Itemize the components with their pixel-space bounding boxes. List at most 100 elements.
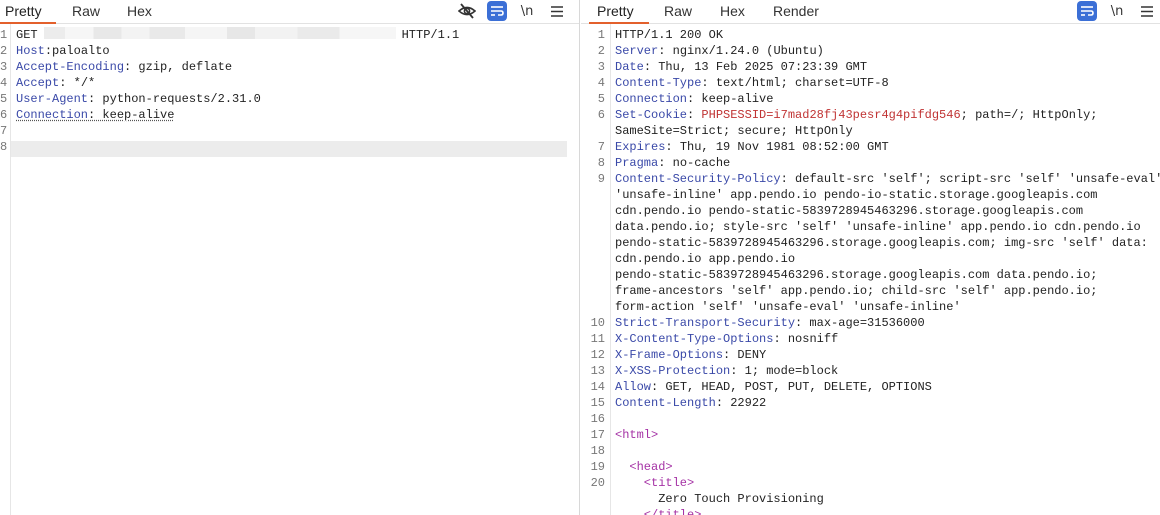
- word-wrap-icon[interactable]: [1077, 1, 1097, 21]
- request-tabbar: Pretty Raw Hex \n: [0, 0, 579, 24]
- code-text: pendo-static-5839728945463296.storage.go…: [615, 268, 1098, 282]
- response-pane: Pretty Raw Hex Render \n 1 HTTP/1.1 200 O…: [581, 0, 1160, 515]
- line-content: Connection: keep-alive: [615, 91, 773, 107]
- request-tab-raw[interactable]: Raw: [72, 3, 100, 19]
- code-line: Zero Touch Provisioning: [581, 491, 1160, 507]
- code-line: 3 Date: Thu, 13 Feb 2025 07:23:39 GMT: [581, 59, 1160, 75]
- header-name: X-Frame-Options: [615, 348, 724, 362]
- code-line: 7: [0, 123, 579, 139]
- code-text: : nginx/1.24.0 (Ubuntu): [658, 44, 824, 58]
- line-content: User-Agent: python-requests/2.31.0: [16, 91, 261, 107]
- code-line: 10 Strict-Transport-Security: max-age=315…: [581, 315, 1160, 331]
- code-line: 5 Connection: keep-alive: [581, 91, 1160, 107]
- html-tag: <title>: [615, 476, 695, 490]
- line-number: 3: [0, 60, 8, 74]
- request-editor[interactable]: 1 GET HTTP/1.1 2 Host:paloalto 3 Accept-Encodi…: [0, 27, 579, 155]
- line-content: Accept-Encoding: gzip, deflate: [16, 59, 232, 75]
- line-number: 15: [590, 396, 605, 410]
- header-name: X-Content-Type-Options: [615, 332, 774, 346]
- code-text: : max-age=31536000: [795, 316, 925, 330]
- code-text: : text/html; charset=UTF-8: [701, 76, 889, 90]
- code-text: : Thu, 13 Feb 2025 07:23:39 GMT: [643, 60, 868, 74]
- line-content: Accept: */*: [16, 75, 95, 91]
- code-line: 13 X-XSS-Protection: 1; mode=block: [581, 363, 1160, 379]
- line-content: Pragma: no-cache: [615, 155, 730, 171]
- code-line: 19 <head>: [581, 459, 1160, 475]
- code-text: GET: [16, 28, 38, 42]
- header-name: Content-Type: [615, 76, 702, 90]
- line-number: 13: [590, 364, 605, 378]
- line-number: 4: [0, 76, 8, 90]
- line-content: Date: Thu, 13 Feb 2025 07:23:39 GMT: [615, 59, 867, 75]
- line-number: 5: [0, 92, 8, 106]
- code-line: 2 Server: nginx/1.24.0 (Ubuntu): [581, 43, 1160, 59]
- line-number: 11: [590, 332, 605, 346]
- line-number: 2: [0, 44, 8, 58]
- line-content: form-action 'self' 'unsafe-eval' 'unsafe…: [615, 299, 961, 315]
- header-name: Accept: [16, 76, 60, 90]
- line-number: 10: [590, 316, 605, 330]
- code-line: 11 X-Content-Type-Options: nosniff: [581, 331, 1160, 347]
- header-name: Accept-Encoding: [16, 60, 125, 74]
- response-tab-pretty[interactable]: Pretty: [597, 3, 634, 19]
- line-content: Host:paloalto: [16, 43, 110, 59]
- code-line: 15 Content-Length: 22922: [581, 395, 1160, 411]
- line-content: SameSite=Strict; secure; HttpOnly: [615, 123, 853, 139]
- code-text: :paloalto: [44, 44, 110, 58]
- line-content: <html>: [615, 427, 658, 443]
- line-content: Content-Length: 22922: [615, 395, 766, 411]
- html-tag: <head>: [615, 460, 673, 474]
- html-tag: </title>: [615, 508, 702, 515]
- code-text: SameSite=Strict; secure; HttpOnly: [615, 124, 853, 138]
- eye-off-icon[interactable]: [457, 1, 477, 21]
- header-name: Host: [16, 44, 45, 58]
- redacted-url: [43, 27, 396, 39]
- response-tab-raw[interactable]: Raw: [664, 3, 692, 19]
- code-line: 'unsafe-inline' app.pendo.io pendo-io-st…: [581, 187, 1160, 203]
- line-content: <head>: [615, 459, 673, 475]
- header-name: Allow: [615, 380, 652, 394]
- request-tab-pretty[interactable]: Pretty: [5, 3, 42, 19]
- code-line: data.pendo.io; style-src 'self' 'unsafe-…: [581, 219, 1160, 235]
- newline-toggle-button[interactable]: \n: [517, 1, 537, 21]
- header-name: Strict-Transport-Security: [615, 316, 796, 330]
- line-number: 18: [590, 444, 605, 458]
- request-tab-hex[interactable]: Hex: [127, 3, 152, 19]
- code-line: SameSite=Strict; secure; HttpOnly: [581, 123, 1160, 139]
- code-line: 5 User-Agent: python-requests/2.31.0: [0, 91, 579, 107]
- code-text: cdn.pendo.io pendo-static-58397289454632…: [615, 204, 1084, 218]
- line-content: GET HTTP/1.1: [16, 27, 459, 43]
- code-line: 4 Content-Type: text/html; charset=UTF-8: [581, 75, 1160, 91]
- code-line: 8 Pragma: no-cache: [581, 155, 1160, 171]
- word-wrap-icon[interactable]: [487, 1, 507, 21]
- code-text: : keep-alive: [88, 108, 175, 122]
- line-content: Server: nginx/1.24.0 (Ubuntu): [615, 43, 824, 59]
- code-text: : no-cache: [658, 156, 731, 170]
- line-number: 9: [597, 172, 605, 186]
- hamburger-menu-icon[interactable]: [1137, 1, 1157, 21]
- code-line: form-action 'self' 'unsafe-eval' 'unsafe…: [581, 299, 1160, 315]
- hamburger-menu-icon[interactable]: [547, 1, 567, 21]
- response-tab-render[interactable]: Render: [773, 3, 819, 19]
- header-name: Pragma: [615, 156, 659, 170]
- code-line: </title>: [581, 507, 1160, 515]
- response-editor[interactable]: 1 HTTP/1.1 200 OK 2 Server: nginx/1.24.0 (U…: [581, 27, 1160, 515]
- code-text: ; path=/; HttpOnly;: [960, 108, 1098, 122]
- line-number: 1: [0, 28, 8, 42]
- response-tab-hex[interactable]: Hex: [720, 3, 745, 19]
- line-number: 19: [590, 460, 605, 474]
- code-text: HTTP/1.1 200 OK: [615, 28, 724, 42]
- newline-toggle-button[interactable]: \n: [1107, 1, 1127, 21]
- line-number: 16: [590, 412, 605, 426]
- line-number: 8: [597, 156, 605, 170]
- code-line: 1 HTTP/1.1 200 OK: [581, 27, 1160, 43]
- code-line: pendo-static-5839728945463296.storage.go…: [581, 267, 1160, 283]
- line-content: frame-ancestors 'self' app.pendo.io; chi…: [615, 283, 1097, 299]
- code-line: 16: [581, 411, 1160, 427]
- line-content: pendo-static-5839728945463296.storage.go…: [615, 235, 1148, 251]
- header-name: Connection: [16, 108, 89, 122]
- code-line: frame-ancestors 'self' app.pendo.io; chi…: [581, 283, 1160, 299]
- line-number: 1: [597, 28, 605, 42]
- line-content: X-Frame-Options: DENY: [615, 347, 766, 363]
- cookie-value: PHPSESSID=i7mad28fj43pesr4g4pifdg546: [701, 108, 961, 122]
